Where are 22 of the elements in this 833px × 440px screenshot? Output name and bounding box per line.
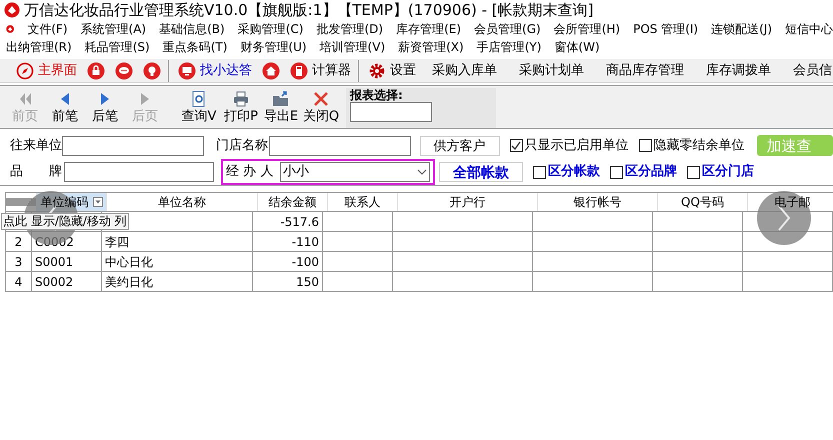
table-cell: -517.6 xyxy=(253,212,323,231)
table-cell: 中心日化 xyxy=(102,252,253,271)
table-cell: 150 xyxy=(253,272,323,291)
checkbox-label: 区分品牌 xyxy=(625,163,677,182)
checkbox-label: 隐藏零结余单位 xyxy=(654,136,745,155)
field-label: 门店名称 xyxy=(216,136,269,155)
table-cell: 美约日化 xyxy=(102,272,253,291)
table-cell: S0001 xyxy=(32,252,102,271)
field-label: 品 牌 xyxy=(10,163,63,182)
table-cell: 李四 xyxy=(102,232,253,251)
table-cell: -110 xyxy=(253,232,323,251)
table-cell: S0002 xyxy=(32,272,102,291)
row-number: 4 xyxy=(6,272,32,291)
window-title: 万信达化妆品行业管理系统V10.0【旗舰版:1】【TEMP】(170906) - [帐款期末查询] xyxy=(24,0,594,21)
field-label: 经 办 人 xyxy=(226,163,274,182)
row-number: 3 xyxy=(6,252,32,271)
checkbox-label: 只显示已启用单位 xyxy=(524,136,629,155)
report-select-label: 报表选择: xyxy=(350,88,404,102)
checkbox-label: 区分帐款 xyxy=(548,163,600,182)
checkbox-label: 区分门店 xyxy=(702,162,754,182)
table-cell: -100 xyxy=(253,252,323,271)
field-label: 往来单位 xyxy=(10,136,62,155)
